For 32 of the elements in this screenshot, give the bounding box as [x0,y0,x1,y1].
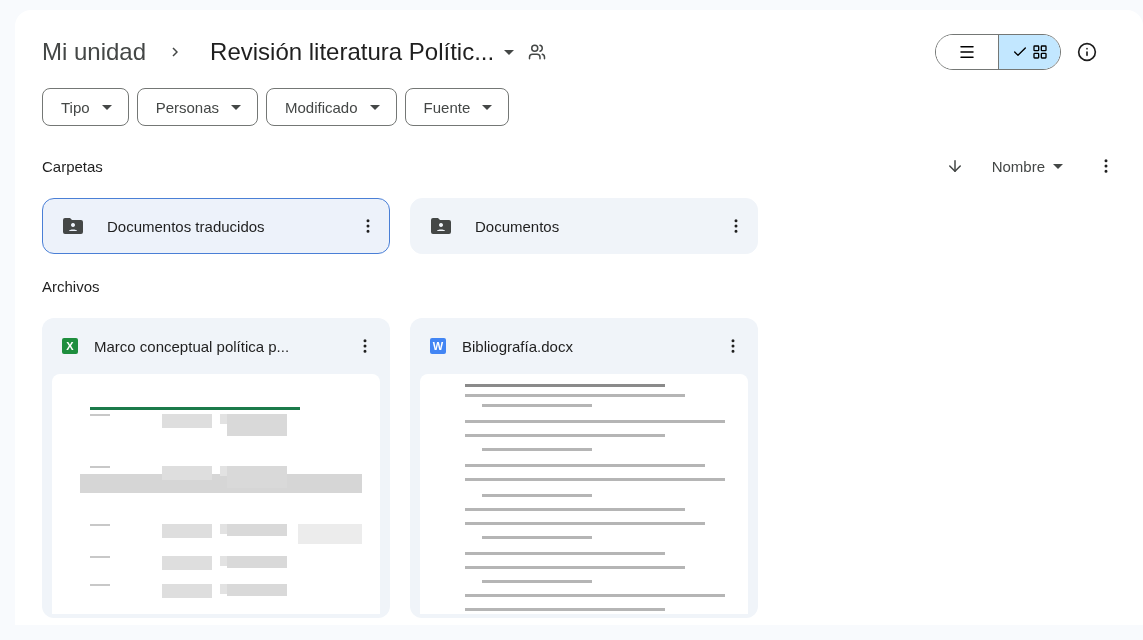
shared-folder-icon [431,218,451,234]
folder-name: Documentos traducidos [107,217,266,235]
filter-chip[interactable]: Fuente [404,88,510,126]
filter-chip[interactable]: Modificado [266,88,397,126]
breadcrumb-root[interactable]: Mi unidad [42,38,147,66]
folder-card[interactable]: Documentos traducidos [42,198,390,254]
folder-name: Documentos [475,217,561,235]
file-type-icon: W [430,338,446,354]
folder-card[interactable]: Documentos [410,198,758,254]
view-toggle-button[interactable] [998,35,1060,69]
file-name: Marco conceptual política p... [94,337,291,355]
caret-icon [369,104,380,110]
file-type-icon: X [62,338,78,354]
folder-title-button[interactable]: Revisión literatura Polític... [204,38,521,66]
list-view-icon [958,43,976,61]
shared-folder-icon [63,218,83,234]
chevron-right-icon [172,47,179,57]
file-card[interactable]: X Marco conceptual política p... [42,318,390,618]
file-name: Bibliografía.docx [462,337,574,355]
section-title: Archivos [42,277,100,295]
file-card[interactable]: W Bibliografía.docx [410,318,758,618]
filter-chip[interactable]: Tipo [42,88,129,126]
caret-icon [504,49,515,55]
caret-icon [101,104,112,110]
caret-icon [231,104,241,110]
section-title: Carpetas [42,157,103,175]
caret-icon [482,104,493,110]
grid-view-icon [1031,44,1048,60]
filter-chip[interactable]: Personas [136,88,258,126]
people-icon [528,43,547,61]
caret-icon [1053,163,1063,169]
sort-button[interactable]: Nombre [985,156,1069,176]
